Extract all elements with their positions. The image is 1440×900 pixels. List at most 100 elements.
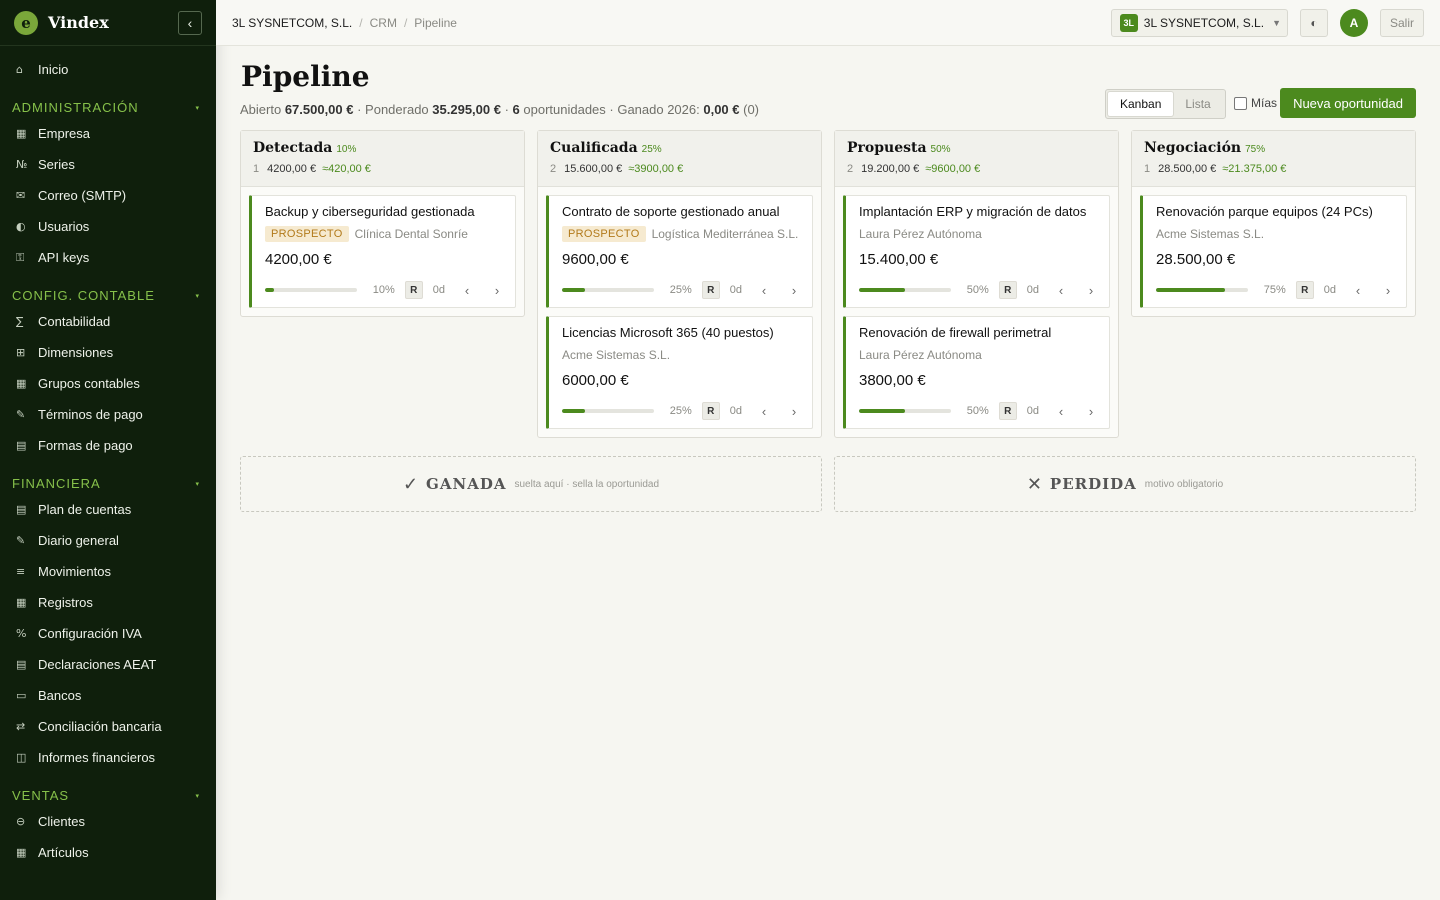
sidebar-item-contabilidad[interactable]: ∑ Contabilidad bbox=[0, 306, 216, 337]
responsible-button[interactable]: R bbox=[1295, 281, 1314, 299]
column-title-row: Cualificada 25% bbox=[550, 140, 809, 156]
sidebar-item-empresa[interactable]: ▦ Empresa bbox=[0, 118, 216, 149]
column-total: 15.600,00 € bbox=[564, 163, 623, 175]
sidebar-item-informes-financieros[interactable]: ◫ Informes financieros bbox=[0, 742, 216, 773]
sidebar-item-declaraciones-aeat[interactable]: ▤ Declaraciones AEAT bbox=[0, 649, 216, 680]
sidebar-item-formas-de-pago[interactable]: ▤ Formas de pago bbox=[0, 430, 216, 461]
mias-checkbox[interactable]: Mías bbox=[1234, 96, 1277, 110]
sidebar-item-diario-general[interactable]: ✎ Diario general bbox=[0, 525, 216, 556]
breadcrumb-company[interactable]: 3L SYSNETCOM, S.L. bbox=[232, 16, 352, 30]
move-left-icon[interactable]: ‹ bbox=[758, 283, 770, 298]
column-probability: 10% bbox=[336, 144, 357, 155]
sidebar-item-label: Inicio bbox=[38, 62, 69, 77]
check-icon: ✓ bbox=[402, 473, 419, 494]
sidebar-item-label: Términos de pago bbox=[38, 407, 143, 422]
sidebar: e Vindex ‹ ⌂ Inicio ADMINISTRACIÓN ▾ ▦ Empr… bbox=[0, 0, 216, 900]
view-list-button[interactable]: Lista bbox=[1173, 92, 1222, 116]
sidebar-item-series[interactable]: № Series bbox=[0, 149, 216, 180]
sidebar-item-configuraci-n-iva[interactable]: % Configuración IVA bbox=[0, 618, 216, 649]
sidebar-section-title: FINANCIERA bbox=[12, 476, 101, 491]
collapse-sidebar-button[interactable]: ‹ bbox=[178, 10, 202, 35]
avatar[interactable]: A bbox=[1339, 8, 1368, 37]
sidebar-item-clientes[interactable]: ⊖ Clientes bbox=[0, 806, 216, 837]
move-right-icon[interactable]: › bbox=[1085, 283, 1097, 298]
brand-name[interactable]: Vindex bbox=[48, 13, 178, 32]
breadcrumb-crm[interactable]: CRM bbox=[370, 16, 397, 30]
sidebar-section-ventas[interactable]: VENTAS ▾ bbox=[0, 773, 216, 806]
move-left-icon[interactable]: ‹ bbox=[1352, 283, 1364, 298]
move-left-icon[interactable]: ‹ bbox=[1055, 404, 1067, 419]
column-title: Negociación bbox=[1144, 140, 1242, 156]
sidebar-item-correo-smtp-[interactable]: ✉ Correo (SMTP) bbox=[0, 180, 216, 211]
opportunity-footer: 50% R 0d ‹ › bbox=[859, 402, 1097, 420]
sidebar-item-bancos[interactable]: ▭ Bancos bbox=[0, 680, 216, 711]
probability-bar-fill bbox=[265, 288, 275, 292]
sidebar-item-art-culos[interactable]: ▦ Artículos bbox=[0, 837, 216, 868]
column-count: 2 bbox=[847, 163, 854, 175]
opportunity-card[interactable]: Licencias Microsoft 365 (40 puestos) Acme… bbox=[546, 316, 813, 429]
responsible-button[interactable]: R bbox=[701, 281, 720, 299]
days-in-stage: 0d bbox=[729, 405, 742, 417]
menu-item-icon: ▤ bbox=[16, 439, 27, 452]
responsible-button[interactable]: R bbox=[998, 281, 1017, 299]
sidebar-item-plan-de-cuentas[interactable]: ▤ Plan de cuentas bbox=[0, 494, 216, 525]
column-body: Contrato de soporte gestionado anual PROS… bbox=[538, 187, 821, 437]
opportunity-card[interactable]: Renovación de firewall perimetral Laura P… bbox=[843, 316, 1110, 429]
new-opportunity-button[interactable]: Nueva oportunidad bbox=[1280, 88, 1416, 118]
opportunity-card[interactable]: Renovación parque equipos (24 PCs) Acme S… bbox=[1140, 195, 1407, 308]
responsible-button[interactable]: R bbox=[998, 402, 1017, 420]
sidebar-item-api-keys[interactable]: ⚿ API keys bbox=[0, 242, 216, 273]
sidebar-item-inicio[interactable]: ⌂ Inicio bbox=[0, 54, 216, 85]
column-title-row: Negociación 75% bbox=[1144, 140, 1403, 156]
lost-dropzone[interactable]: ✕ PERDIDA motivo obligatorio bbox=[834, 456, 1416, 512]
move-left-icon[interactable]: ‹ bbox=[758, 404, 770, 419]
sidebar-item-conciliaci-n-bancaria[interactable]: ⇄ Conciliación bancaria bbox=[0, 711, 216, 742]
sidebar-section-financiera[interactable]: FINANCIERA ▾ bbox=[0, 461, 216, 494]
sidebar-item-label: Declaraciones AEAT bbox=[38, 657, 157, 672]
column-header: Propuesta 50% 2 19.200,00 € ≈9600,00 € bbox=[835, 131, 1118, 187]
sidebar-section-administración[interactable]: ADMINISTRACIÓN ▾ bbox=[0, 85, 216, 118]
theme-toggle-button[interactable]: ◐ bbox=[1299, 8, 1328, 37]
won-dropzone-title: GANADA bbox=[426, 475, 507, 493]
summary-open-label: Abierto bbox=[240, 102, 285, 117]
opportunity-card[interactable]: Implantación ERP y migración de datos Lau… bbox=[843, 195, 1110, 308]
opportunity-card[interactable]: Backup y ciberseguridad gestionada PROSPE… bbox=[249, 195, 516, 308]
sidebar-item-grupos-contables[interactable]: ▦ Grupos contables bbox=[0, 368, 216, 399]
opportunity-card[interactable]: Contrato de soporte gestionado anual PROS… bbox=[546, 195, 813, 308]
company-selector[interactable]: 3L 3L SYSNETCOM, S.L. ▼ bbox=[1110, 8, 1288, 37]
move-right-icon[interactable]: › bbox=[1382, 283, 1394, 298]
column-total: 28.500,00 € bbox=[1158, 163, 1217, 175]
opportunity-client: Laura Pérez Autónoma bbox=[859, 347, 982, 362]
sidebar-item-usuarios[interactable]: ◐ Usuarios bbox=[0, 211, 216, 242]
responsible-button[interactable]: R bbox=[701, 402, 720, 420]
move-right-icon[interactable]: › bbox=[788, 283, 800, 298]
opportunity-amount: 15.400,00 € bbox=[859, 251, 939, 268]
column-count: 1 bbox=[1144, 163, 1151, 175]
logout-button[interactable]: Salir bbox=[1379, 8, 1424, 37]
menu-item-icon: ▦ bbox=[16, 377, 27, 390]
view-kanban-button[interactable]: Kanban bbox=[1108, 92, 1174, 116]
opportunity-title: Backup y ciberseguridad gestionada bbox=[265, 204, 475, 219]
move-right-icon[interactable]: › bbox=[788, 404, 800, 419]
checkbox-icon[interactable] bbox=[1234, 96, 1247, 110]
sidebar-section-config-contable[interactable]: CONFIG. CONTABLE ▾ bbox=[0, 273, 216, 306]
sidebar-item-label: Bancos bbox=[38, 688, 82, 703]
sidebar-item-label: Correo (SMTP) bbox=[38, 188, 127, 203]
sidebar-item-dimensiones[interactable]: ⊞ Dimensiones bbox=[0, 337, 216, 368]
brand-logo-icon[interactable]: e bbox=[14, 10, 38, 35]
won-dropzone[interactable]: ✓ GANADA suelta aquí · sella la oportuni… bbox=[240, 456, 822, 512]
move-right-icon[interactable]: › bbox=[491, 283, 503, 298]
responsible-button[interactable]: R bbox=[404, 281, 423, 299]
sidebar-item-label: Contabilidad bbox=[38, 314, 111, 329]
sidebar-item-label: API keys bbox=[38, 250, 90, 265]
move-right-icon[interactable]: › bbox=[1085, 404, 1097, 419]
move-left-icon[interactable]: ‹ bbox=[461, 283, 473, 298]
move-left-icon[interactable]: ‹ bbox=[1055, 283, 1067, 298]
opportunity-meta: Acme Sistemas S.L. bbox=[1156, 224, 1394, 243]
sidebar-item-movimientos[interactable]: ≡ Movimientos bbox=[0, 556, 216, 587]
sidebar-item-registros[interactable]: ▦ Registros bbox=[0, 587, 216, 618]
summary-count-value: 6 bbox=[512, 102, 520, 117]
sidebar-item-t-rminos-de-pago[interactable]: ✎ Términos de pago bbox=[0, 399, 216, 430]
menu-item-icon: ⚿ bbox=[16, 250, 25, 264]
probability-label: 25% bbox=[669, 405, 692, 417]
